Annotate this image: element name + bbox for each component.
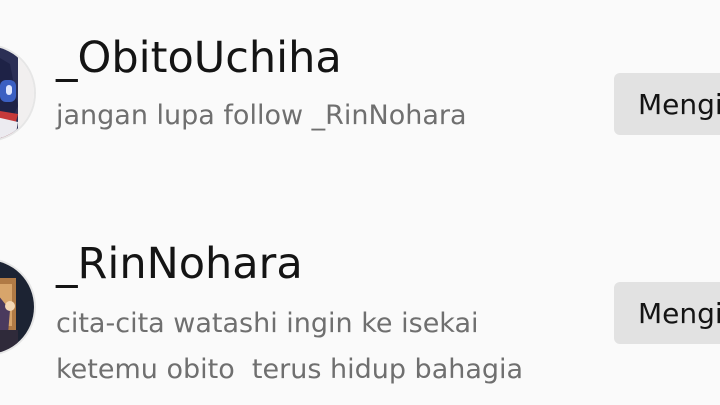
bio-line: ketemu obito terus hidup bahagia	[56, 354, 524, 385]
list-item[interactable]: _ObitoUchiha jangan lupa follow _RinNoha…	[0, 0, 720, 200]
anime-character-avatar-icon	[0, 260, 34, 354]
bio-line: jangan lupa follow _RinNohara	[56, 100, 467, 131]
list-item[interactable]: _RinNohara cita-cita watashi ingin ke is…	[0, 210, 720, 405]
avatar[interactable]	[0, 258, 36, 356]
bio: cita-cita watashi ingin ke isekai ketemu…	[56, 301, 523, 393]
username[interactable]: _ObitoUchiha	[56, 37, 342, 80]
follow-button[interactable]: Mengi	[614, 73, 720, 135]
bio-line: cita-cita watashi ingin ke isekai	[56, 308, 479, 339]
username[interactable]: _RinNohara	[56, 243, 303, 286]
avatar[interactable]	[0, 44, 36, 142]
anime-character-avatar-icon	[0, 46, 34, 140]
suggested-accounts-list: _ObitoUchiha jangan lupa follow _RinNoha…	[0, 0, 720, 405]
follow-button[interactable]: Mengi	[614, 282, 720, 344]
